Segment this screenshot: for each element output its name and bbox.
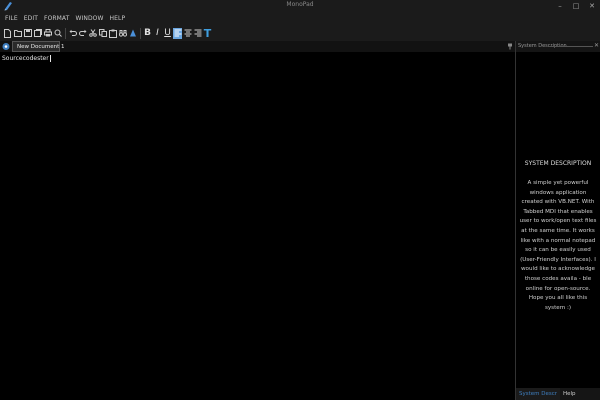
align-right-button[interactable] — [193, 28, 202, 39]
window-title: MonoPad — [286, 1, 314, 8]
align-left-button[interactable] — [173, 27, 182, 39]
paste-button[interactable] — [108, 28, 117, 39]
undo-icon — [69, 29, 77, 36]
toolbar-separator — [65, 27, 66, 39]
print-button[interactable] — [43, 28, 52, 39]
replace-icon — [129, 29, 136, 37]
align-center-icon — [184, 29, 191, 37]
maximize-button[interactable]: □ — [568, 0, 584, 12]
binoculars-icon — [118, 30, 127, 37]
close-button[interactable]: ✕ — [584, 0, 600, 12]
align-right-icon — [194, 29, 201, 37]
align-left-icon — [174, 29, 181, 37]
underline-icon: U — [164, 27, 171, 38]
italic-icon: I — [156, 27, 159, 38]
save-button[interactable] — [23, 28, 32, 39]
save-icon — [23, 29, 32, 37]
print-icon — [43, 29, 52, 37]
replace-button[interactable] — [128, 28, 137, 39]
copy-icon — [98, 29, 107, 37]
tab-help-label: Help — [563, 391, 576, 397]
text-editor[interactable]: Sourcecodester — [0, 52, 515, 400]
undo-button[interactable] — [68, 28, 77, 39]
pin-icon[interactable] — [507, 43, 513, 50]
menu-file[interactable]: FILE — [2, 15, 21, 22]
menu-window[interactable]: WINDOW — [72, 15, 106, 22]
save-all-button[interactable] — [33, 28, 42, 39]
save-all-icon — [33, 29, 42, 37]
print-preview-button[interactable] — [53, 28, 62, 39]
underline-button[interactable]: U — [163, 28, 172, 39]
find-button[interactable] — [118, 28, 127, 39]
description-heading: SYSTEM DESCRIPTION — [524, 160, 592, 167]
tab-system-description[interactable]: System Description — [516, 388, 560, 400]
italic-button[interactable]: I — [153, 28, 162, 39]
side-panel-tabs: System Description Help — [516, 388, 600, 400]
new-file-icon — [4, 28, 11, 38]
align-center-button[interactable] — [183, 28, 192, 39]
title-bar: MonoPad – □ ✕ — [0, 0, 600, 12]
side-panel-body: SYSTEM DESCRIPTION A simple yet powerful… — [516, 52, 600, 388]
home-icon[interactable] — [2, 42, 10, 51]
bold-button[interactable]: B — [143, 28, 152, 39]
print-preview-icon — [54, 29, 62, 37]
close-icon[interactable]: ✕ — [594, 42, 599, 49]
toolbar-separator — [140, 27, 141, 39]
tab-label: New Document 1 — [17, 43, 65, 50]
tab-help[interactable]: Help — [560, 388, 579, 400]
header-divider — [550, 46, 593, 47]
menu-help[interactable]: HELP — [107, 15, 129, 22]
menu-bar: FILE EDIT FORMAT WINDOW HELP — [0, 12, 600, 25]
menu-format[interactable]: FORMAT — [41, 15, 72, 22]
open-folder-icon — [13, 30, 22, 37]
description-text: A simple yet powerful windows applicatio… — [519, 180, 597, 311]
copy-button[interactable] — [98, 28, 107, 39]
window-controls: – □ ✕ — [552, 0, 600, 12]
menu-edit[interactable]: EDIT — [21, 15, 41, 22]
redo-icon — [78, 29, 86, 36]
paste-icon — [108, 29, 117, 38]
editor-content: Sourcecodester — [2, 55, 51, 62]
minimize-button[interactable]: – — [552, 0, 568, 12]
toolbar: B I U T — [0, 25, 600, 41]
tab-system-description-label: System Description — [519, 391, 557, 397]
open-file-button[interactable] — [13, 28, 22, 39]
cut-button[interactable] — [88, 28, 97, 39]
scissors-icon — [88, 29, 97, 37]
side-panel: System Description ✕ SYSTEM DESCRIPTION … — [508, 41, 600, 400]
bold-icon: B — [144, 27, 151, 38]
side-panel-header: System Description ✕ — [508, 41, 600, 52]
tab-new-document-1[interactable]: New Document 1 — [12, 41, 65, 52]
font-color-icon: T — [203, 26, 212, 40]
redo-button[interactable] — [78, 28, 87, 39]
font-color-button[interactable]: T — [203, 28, 212, 39]
new-file-button[interactable] — [3, 28, 12, 39]
